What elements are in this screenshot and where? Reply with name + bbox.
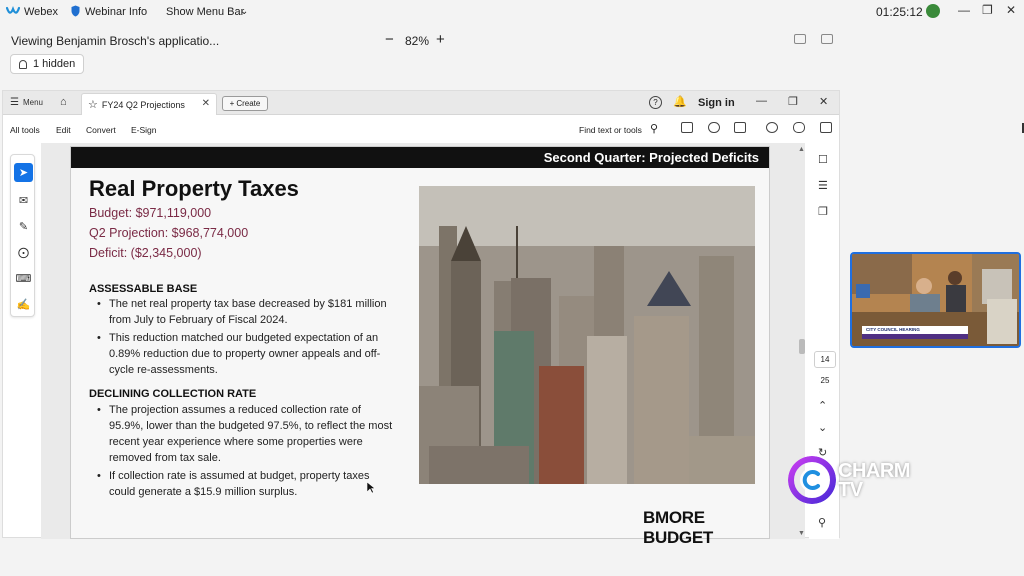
scroll-up-icon[interactable]: ▲ (798, 146, 805, 153)
help-icon[interactable]: ? (649, 96, 662, 109)
menu-label: Menu (22, 98, 43, 107)
create-label: Create (236, 99, 261, 108)
menu-edit[interactable]: Edit (56, 125, 71, 135)
shield-icon (71, 5, 80, 17)
pen-tool-icon[interactable]: ✎ (14, 217, 33, 236)
save-icon[interactable] (681, 122, 693, 133)
close-tab-icon[interactable]: ✕ (202, 98, 210, 109)
charm-line2: TV (838, 479, 863, 501)
total-pages: 25 (820, 376, 830, 385)
zoom-in-button[interactable]: + (436, 31, 445, 48)
document-viewport[interactable]: Second Quarter: Projected Deficits Real … (41, 143, 805, 547)
close-icon[interactable]: ✕ (1006, 3, 1016, 17)
meeting-timer: 01:25:12 (876, 5, 923, 19)
hamburger-icon: ☰ (10, 97, 19, 108)
page-down-icon[interactable]: ⌄ (818, 421, 827, 434)
find-text-field[interactable]: Find text or tools (579, 125, 642, 135)
minimize-icon[interactable]: — (958, 3, 970, 17)
plus-icon: + (229, 99, 235, 108)
zoom-level: 82% (405, 34, 430, 48)
menu-button[interactable]: ☰ Menu (10, 97, 43, 108)
lasso-tool-icon[interactable]: ⨀ (14, 243, 33, 262)
hidden-participants-button[interactable]: 1 hidden (10, 54, 84, 74)
home-icon[interactable]: ⌂ (60, 96, 67, 108)
tab-document[interactable]: ☆ FY24 Q2 Projections ✕ (81, 93, 217, 115)
list-item: If collection rate is assumed at budget,… (97, 468, 397, 500)
person-icon (19, 59, 27, 69)
budget-figure: Budget: $971,119,000 (89, 206, 212, 220)
lower-third-bar (862, 334, 968, 339)
charm-tv-logo-icon (788, 456, 836, 504)
zoom-out-icon[interactable]: ⚲ (818, 516, 826, 529)
lower-third-caption: CITY COUNCIL HEARING (862, 326, 968, 334)
list-item: The projection assumes a reduced collect… (97, 402, 397, 466)
tool-rail: ➤ ✉ ✎ ⨀ ⌨ ✍ (10, 154, 35, 317)
close-icon[interactable]: ✕ (819, 95, 828, 108)
search-icon[interactable]: ⚲ (650, 122, 658, 135)
webinar-info-button[interactable]: Webinar Info (85, 6, 147, 18)
list-item: This reduction matched our budgeted expe… (97, 330, 397, 378)
bmore-budget-logo: BMORE BUDGET (643, 508, 713, 547)
sign-tool-icon[interactable]: ✍ (14, 295, 33, 314)
webex-logo-icon (6, 6, 20, 14)
tab-title: FY24 Q2 Projections (101, 99, 185, 110)
comments-panel-icon[interactable]: ☐ (818, 153, 828, 166)
text-select-icon[interactable]: ⌨ (14, 269, 33, 288)
section-heading-collection-rate: DECLINING COLLECTION RATE (89, 388, 257, 400)
bell-icon[interactable]: 🔔 (673, 95, 687, 108)
mail-icon[interactable] (820, 122, 832, 133)
print-icon[interactable] (734, 122, 746, 133)
list-item: The net real property tax base decreased… (97, 296, 397, 328)
restore-icon[interactable]: ❐ (788, 95, 798, 108)
sign-in-button[interactable]: Sign in (698, 97, 735, 109)
slide-header-band: Second Quarter: Projected Deficits (71, 147, 769, 168)
restore-icon[interactable]: ❐ (982, 3, 993, 17)
video-thumbnail[interactable]: CITY COUNCIL HEARING (850, 252, 1021, 348)
slide-band-title: Second Quarter: Projected Deficits (543, 150, 759, 165)
connection-status-icon[interactable] (926, 4, 940, 18)
star-icon[interactable]: ☆ (88, 98, 98, 111)
webex-title-bar: Webex Webinar Info Show Menu Bar ⌄ 01:25… (0, 0, 1024, 24)
zoom-out-button[interactable]: − (385, 31, 394, 48)
show-menu-bar-button[interactable]: Show Menu Bar (166, 6, 244, 18)
section-heading-assessable-base: ASSESSABLE BASE (89, 283, 198, 295)
city-skyline-photo (419, 186, 755, 484)
acrobat-menu-bar: All tools Edit Convert E-Sign Find text … (3, 116, 839, 142)
link-icon[interactable] (793, 122, 805, 133)
scroll-thumb[interactable] (799, 339, 805, 354)
scroll-down-icon[interactable]: ▼ (798, 530, 805, 537)
annotate-icon[interactable] (794, 34, 806, 44)
upload-icon[interactable] (708, 122, 720, 133)
q2-projection-figure: Q2 Projection: $968,774,000 (89, 226, 249, 240)
comment-tool-icon[interactable]: ✉ (14, 191, 33, 210)
pop-out-icon[interactable] (821, 34, 833, 44)
bookmarks-icon[interactable]: ☰ (818, 179, 828, 192)
deficit-figure: Deficit: ($2,345,000) (89, 246, 202, 260)
current-page-field[interactable]: 14 (814, 351, 836, 368)
menu-all-tools[interactable]: All tools (10, 125, 40, 135)
page-up-icon[interactable]: ⌃ (818, 399, 827, 412)
share-user-icon[interactable] (766, 122, 778, 133)
sharing-status-text: Viewing Benjamin Brosch's applicatio... (11, 34, 220, 48)
mouse-cursor-icon (367, 482, 375, 494)
app-name: Webex (24, 6, 59, 18)
acrobat-tab-bar: ☰ Menu ⌂ ☆ FY24 Q2 Projections ✕ + Creat… (3, 91, 839, 115)
charm-tv-wordmark: CHARM TV (838, 461, 910, 501)
slide-page: Second Quarter: Projected Deficits Real … (70, 146, 770, 547)
slide-title: Real Property Taxes (89, 176, 299, 201)
chevron-down-icon[interactable]: ⌄ (240, 6, 248, 17)
menu-convert[interactable]: Convert (86, 125, 116, 135)
create-button[interactable]: + Create (222, 96, 268, 111)
select-tool-icon[interactable]: ➤ (14, 163, 33, 182)
menu-esign[interactable]: E-Sign (131, 125, 157, 135)
pages-icon[interactable]: ❐ (818, 205, 828, 218)
minimize-icon[interactable]: — (756, 95, 767, 107)
hidden-label: 1 hidden (33, 58, 76, 70)
acrobat-window: ☰ Menu ⌂ ☆ FY24 Q2 Projections ✕ + Creat… (2, 90, 840, 547)
